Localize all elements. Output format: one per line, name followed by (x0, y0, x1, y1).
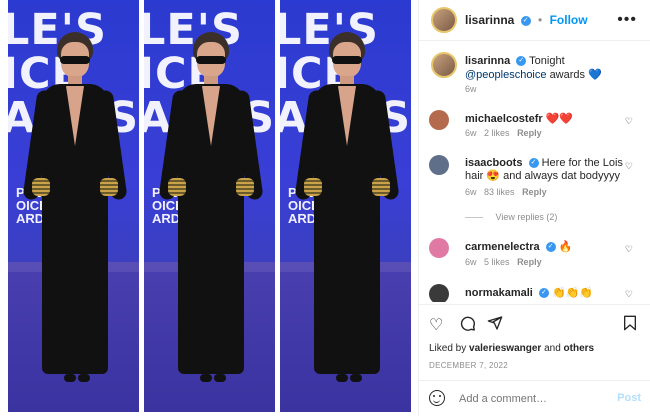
comment-meta: 6w 2 likes Reply (465, 128, 542, 138)
commenter-avatar[interactable] (429, 155, 449, 175)
post-date: DECEMBER 7, 2022 (429, 361, 509, 370)
view-replies[interactable]: View replies (2) (465, 212, 557, 222)
person-figure (294, 28, 400, 388)
verified-badge-icon: ✓ (516, 56, 527, 67)
post-header: lisarinna ✓ • Follow ••• (419, 0, 650, 41)
verified-badge-icon: ✓ (545, 242, 556, 253)
liked-by-prefix: Liked by (429, 343, 467, 354)
comment-time: 6w (465, 128, 477, 138)
caption-mention[interactable]: @peopleschoice (465, 69, 547, 81)
caption-text: Tonight (529, 55, 565, 67)
comment-like-heart-icon[interactable]: ♡ (625, 116, 633, 127)
comment-username[interactable]: carmenelectra (465, 241, 540, 253)
commenter-avatar[interactable] (429, 238, 449, 258)
comment-meta: 6w 5 likes Reply (465, 257, 542, 267)
comment-likes[interactable]: 2 likes (484, 128, 510, 138)
follow-button[interactable]: Follow (550, 13, 588, 27)
comment-time: 6w (465, 257, 477, 267)
comment-text: 🔥 (558, 241, 573, 253)
comment-likes[interactable]: 83 likes (484, 187, 515, 197)
likes-summary: Liked by valerieswanger and others (429, 343, 594, 354)
add-comment-bar: Post (419, 380, 650, 417)
author-avatar[interactable] (431, 7, 457, 33)
caption-timestamp: 6w (465, 84, 477, 94)
comment-icon[interactable] (459, 315, 476, 337)
caption-rest: awards (549, 69, 586, 81)
comment-meta: 6w 83 likes Reply (465, 187, 547, 197)
separator-dot: • (538, 13, 543, 27)
comment-text: ❤️❤️ (545, 113, 574, 125)
comment-text: 👏👏👏 (552, 287, 594, 299)
post-image: LE'SICEARDS PLE'SOICEARDS LE'SICEARDS PL… (0, 0, 418, 416)
comment-like-heart-icon[interactable]: ♡ (625, 161, 633, 172)
emoji-icon[interactable] (429, 390, 445, 406)
add-comment-input[interactable] (457, 389, 601, 409)
author-avatar[interactable] (431, 52, 457, 78)
heart-icon[interactable]: ♡ (429, 315, 443, 335)
comment-username[interactable]: michaelcostefr (465, 113, 543, 125)
comment-like-heart-icon[interactable]: ♡ (625, 244, 633, 255)
verified-badge-icon: ✓ (538, 288, 549, 299)
liked-by-others[interactable]: others (564, 343, 595, 354)
liked-by-and: and (544, 343, 561, 354)
verified-badge-icon: ✓ (528, 158, 539, 169)
author-username[interactable]: lisarinna (465, 13, 514, 27)
reply-button[interactable]: Reply (517, 128, 542, 138)
photo-panel: LE'SICEARDS PLE'SOICEARDS (280, 0, 411, 412)
share-icon[interactable] (487, 315, 503, 336)
post-comment-button[interactable]: Post (617, 392, 641, 404)
person-figure (158, 28, 264, 388)
more-options-icon[interactable]: ••• (617, 11, 637, 29)
caption-emoji: 💙 (588, 69, 602, 81)
view-replies-label[interactable]: View replies (2) (496, 212, 558, 222)
post-sidebar: lisarinna ✓ • Follow ••• lisarinna ✓ Ton… (418, 0, 650, 416)
photo-panel: LE'SICEARDS PLE'SOICEARDS (144, 0, 275, 412)
commenter-avatar[interactable] (429, 284, 449, 302)
caption-username[interactable]: lisarinna (465, 55, 510, 67)
comment-item: normakamali ✓ 👏👏👏 ♡ (429, 284, 643, 302)
comment-username[interactable]: normakamali (465, 287, 533, 299)
comment-time: 6w (465, 187, 477, 197)
bookmark-icon[interactable] (623, 315, 637, 336)
verified-badge-icon: ✓ (520, 15, 531, 26)
reply-button[interactable]: Reply (522, 187, 547, 197)
liked-by-user[interactable]: valerieswanger (469, 343, 541, 354)
photo-panel: LE'SICEARDS PLE'SOICEARDS (8, 0, 139, 412)
reply-button[interactable]: Reply (517, 257, 542, 267)
comment-username[interactable]: isaacboots (465, 157, 522, 169)
person-figure (22, 28, 128, 388)
commenter-avatar[interactable] (429, 110, 449, 130)
comment-likes[interactable]: 5 likes (484, 257, 510, 267)
comment-like-heart-icon[interactable]: ♡ (625, 289, 633, 300)
